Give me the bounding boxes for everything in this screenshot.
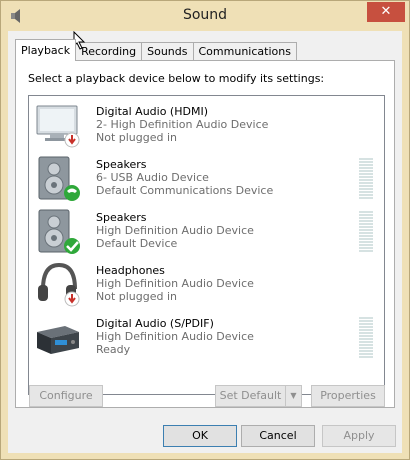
chevron-down-icon[interactable]: ▼ (285, 386, 301, 406)
digital-receiver-icon (37, 326, 79, 354)
tab-playback[interactable]: Playback (15, 39, 77, 61)
apply-button[interactable]: Apply (322, 425, 396, 447)
checkmark-badge-icon (64, 238, 80, 254)
device-name: Digital Audio (HDMI) (96, 105, 208, 118)
tab-communications[interactable]: Communications (192, 42, 297, 60)
close-button[interactable]: ✕ (367, 2, 405, 22)
device-item-usb-speakers[interactable]: Speakers 6- USB Audio Device Default Com… (29, 152, 384, 205)
device-item-speakers[interactable]: Speakers High Definition Audio Device De… (29, 205, 384, 258)
properties-button[interactable]: Properties (311, 385, 385, 407)
device-list[interactable]: Digital Audio (HDMI) 2- High Definition … (28, 95, 385, 395)
device-name: Digital Audio (S/PDIF) (96, 317, 214, 330)
sound-dialog: Sound ✕ Playback Recording Sounds Commun… (0, 0, 410, 460)
cancel-button[interactable]: Cancel (241, 425, 315, 447)
configure-button[interactable]: Configure (29, 385, 103, 407)
ok-button[interactable]: OK (163, 425, 237, 447)
device-driver: 2- High Definition Audio Device (96, 118, 269, 131)
device-name: Speakers (96, 158, 147, 171)
speaker-icon (38, 156, 80, 201)
unplugged-badge-icon (64, 291, 80, 307)
device-status: Default Communications Device (96, 184, 274, 197)
title-bar[interactable]: Sound ✕ (1, 1, 409, 31)
set-default-button[interactable]: Set Default ▼ (215, 385, 302, 407)
phone-badge-icon (64, 185, 80, 201)
volume-meter (359, 158, 373, 200)
speaker-icon (38, 209, 80, 254)
tab-strip: Playback Recording Sounds Communications (15, 39, 297, 61)
device-name: Speakers (96, 211, 147, 224)
tab-sounds[interactable]: Sounds (141, 42, 194, 60)
headphones-icon (38, 262, 80, 307)
monitor-icon (36, 105, 80, 148)
device-item-headphones[interactable]: Headphones High Definition Audio Device … (29, 258, 384, 311)
device-driver: High Definition Audio Device (96, 277, 254, 290)
device-driver: 6- USB Audio Device (96, 171, 209, 184)
device-status: Ready (96, 343, 131, 356)
device-status: Not plugged in (96, 290, 178, 303)
dialog-client-area: Playback Recording Sounds Communications… (8, 31, 402, 453)
volume-meter (359, 211, 373, 253)
device-status: Not plugged in (96, 131, 178, 144)
device-driver: High Definition Audio Device (96, 330, 254, 343)
device-driver: High Definition Audio Device (96, 224, 254, 237)
device-name: Headphones (96, 264, 165, 277)
device-status: Default Device (96, 237, 178, 250)
unplugged-badge-icon (64, 132, 80, 148)
device-item-hdmi[interactable]: Digital Audio (HDMI) 2- High Definition … (29, 99, 384, 152)
set-default-label: Set Default (219, 389, 282, 402)
device-item-spdif[interactable]: Digital Audio (S/PDIF) High Definition A… (29, 311, 384, 364)
window-title: Sound (182, 7, 228, 23)
volume-meter (359, 317, 373, 359)
playback-panel: Select a playback device below to modify… (15, 60, 395, 408)
instructions-label: Select a playback device below to modify… (28, 72, 325, 85)
